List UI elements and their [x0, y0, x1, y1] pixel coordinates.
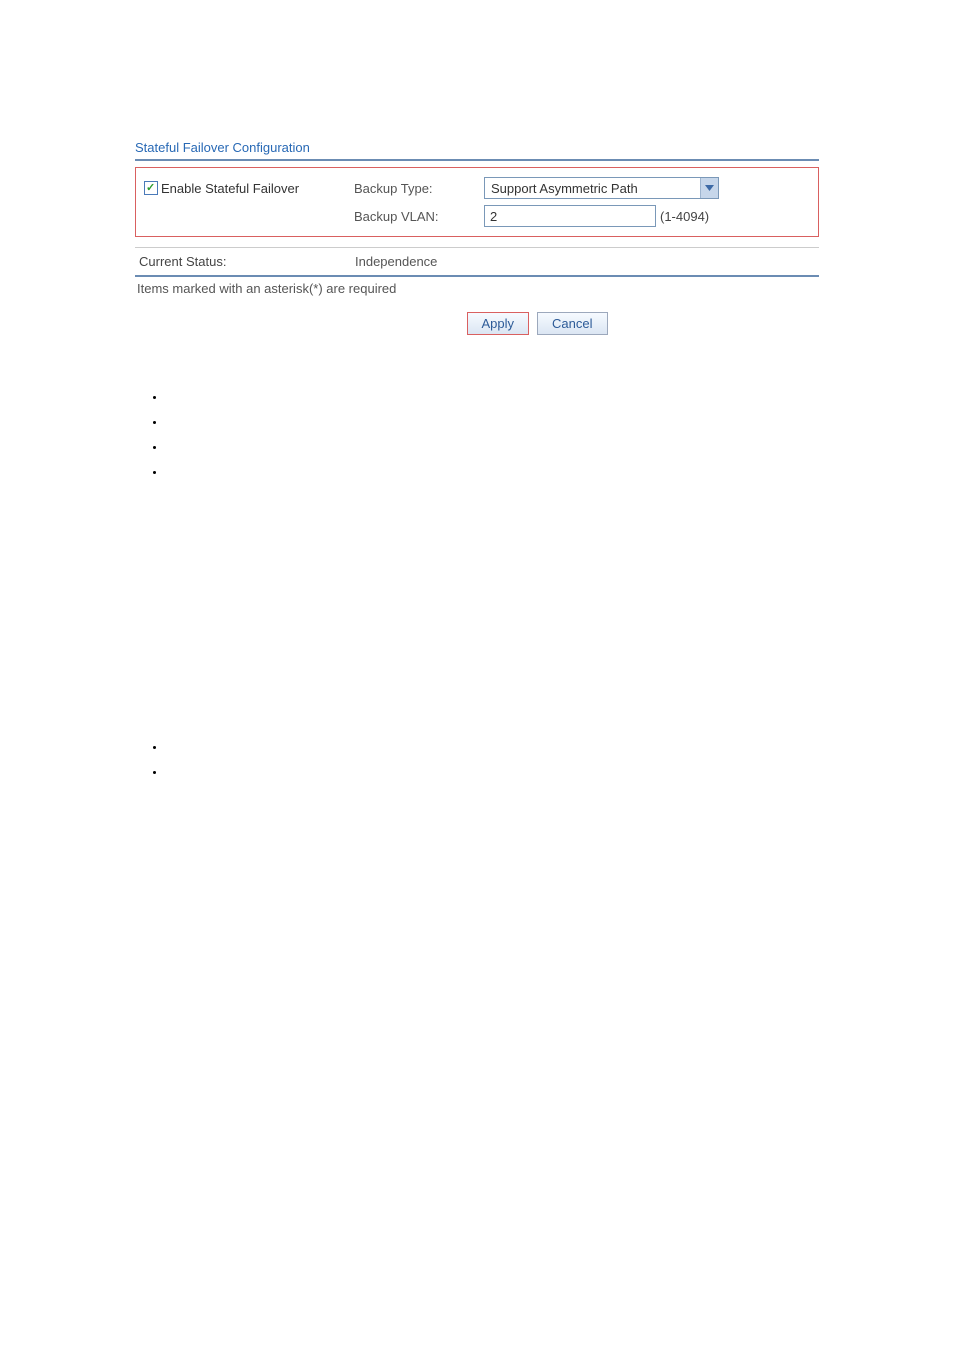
enable-stateful-failover-checkbox[interactable]: ✓ — [144, 181, 158, 195]
checkmark-icon: ✓ — [146, 183, 156, 193]
required-note: Items marked with an asterisk(*) are req… — [135, 277, 819, 296]
backup-vlan-range: (1-4094) — [660, 209, 709, 224]
button-row: Apply Cancel — [135, 312, 819, 335]
bullet-list-1 — [165, 385, 819, 485]
config-row-enable: ✓ Enable Stateful Failover Backup Type: … — [144, 174, 810, 202]
bullet-list-2 — [165, 735, 819, 785]
config-box: ✓ Enable Stateful Failover Backup Type: … — [135, 167, 819, 237]
backup-type-select[interactable]: Support Asymmetric Path — [484, 177, 719, 199]
backup-type-label: Backup Type: — [354, 181, 484, 196]
bullet-item — [165, 735, 819, 760]
backup-type-value: Support Asymmetric Path — [485, 178, 700, 198]
current-status-value: Independence — [355, 254, 437, 269]
bullet-item — [165, 435, 819, 460]
current-status-label: Current Status: — [139, 254, 355, 269]
backup-vlan-input[interactable] — [484, 205, 656, 227]
bullet-item — [165, 385, 819, 410]
enable-stateful-failover-label: Enable Stateful Failover — [161, 181, 299, 196]
bullet-item — [165, 760, 819, 785]
config-row-vlan: Backup VLAN: (1-4094) — [144, 202, 810, 230]
bullet-item — [165, 410, 819, 435]
cancel-button[interactable]: Cancel — [537, 312, 607, 335]
status-bar: Current Status: Independence — [135, 247, 819, 277]
section-title: Stateful Failover Configuration — [135, 140, 819, 161]
apply-button[interactable]: Apply — [467, 312, 530, 335]
backup-vlan-label: Backup VLAN: — [354, 209, 484, 224]
bullet-item — [165, 460, 819, 485]
chevron-down-icon — [700, 178, 718, 198]
